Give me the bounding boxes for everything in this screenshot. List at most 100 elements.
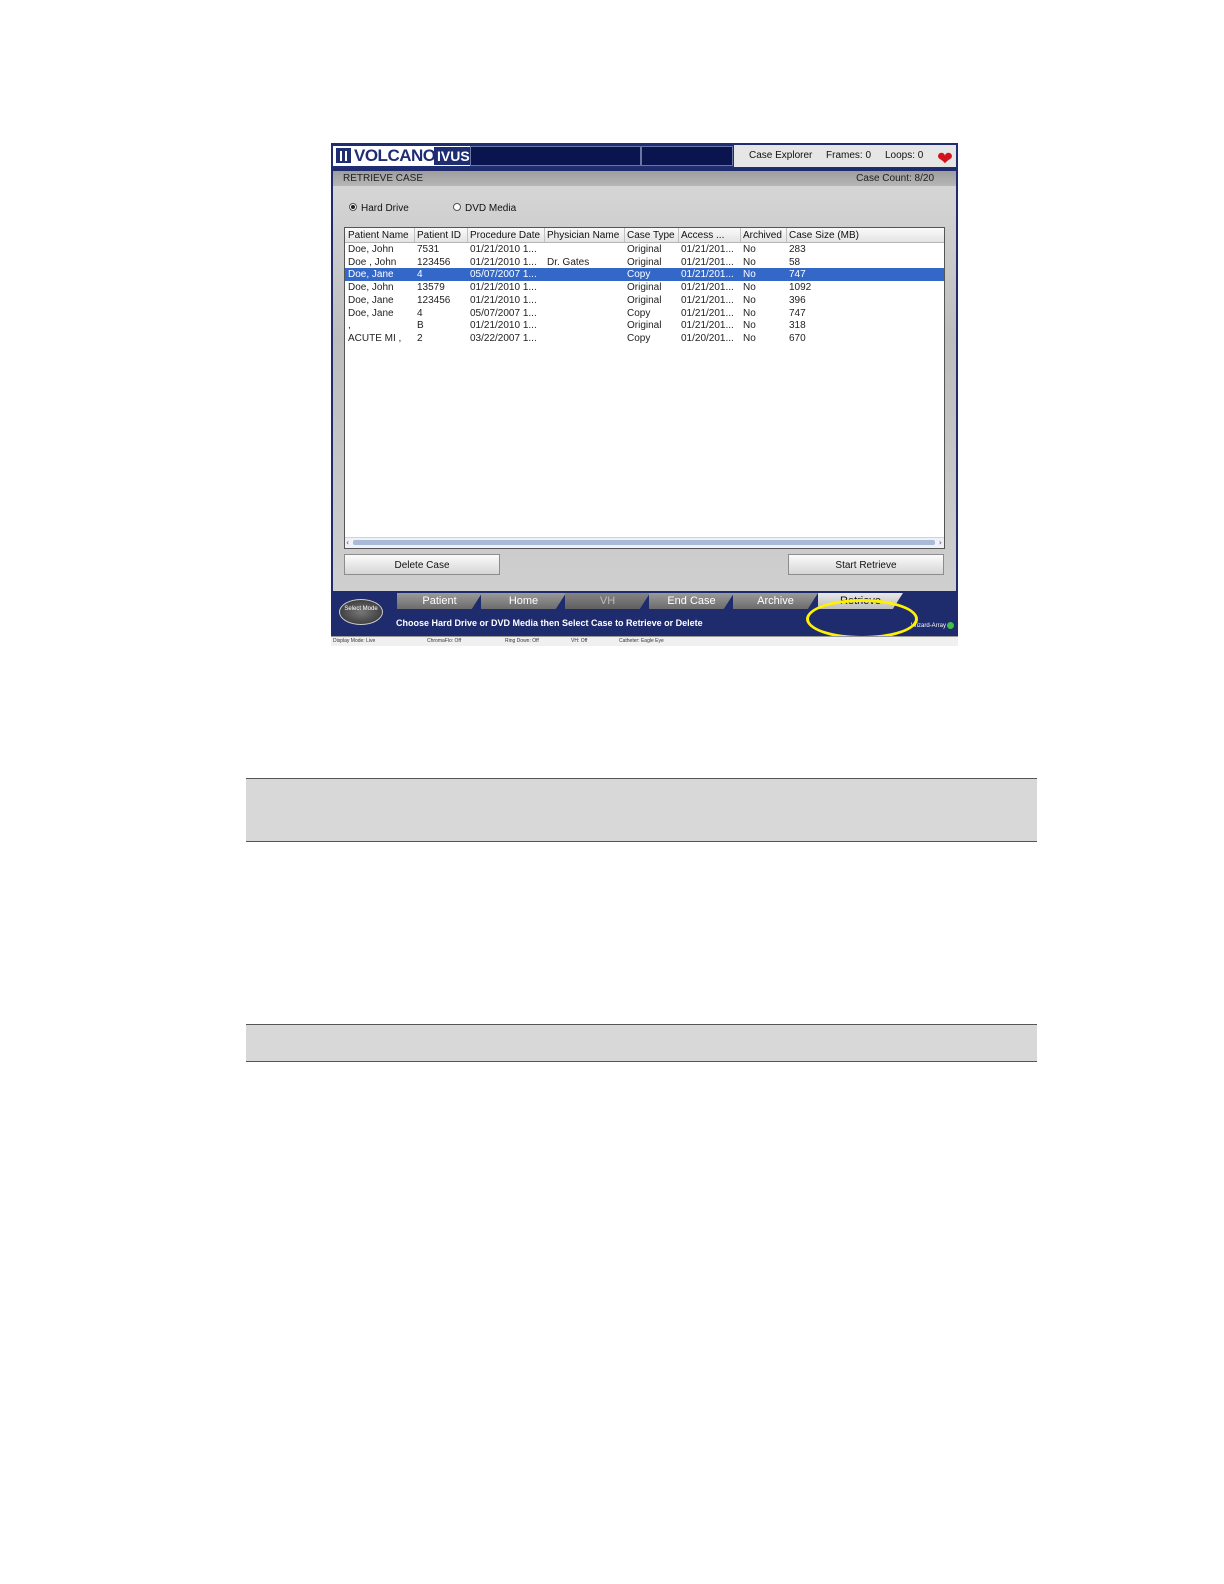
- table-cell: 58: [789, 256, 801, 268]
- column-divider[interactable]: [414, 228, 415, 242]
- volcano-logo-icon: [336, 148, 351, 163]
- scroll-left-icon[interactable]: ‹: [346, 538, 349, 547]
- column-divider[interactable]: [544, 228, 545, 242]
- status-ring-down: Ring Down: Off: [505, 638, 539, 644]
- ivus-application-window: VOLCANO IVUS Case Explorer Frames: 0 Loo…: [331, 143, 958, 645]
- case-list-table[interactable]: Patient Name Patient ID Procedure Date Phys…: [344, 227, 945, 549]
- table-cell: 01/21/2010 1...: [470, 320, 537, 332]
- table-cell: 01/21/2010 1...: [470, 256, 537, 268]
- column-header[interactable]: Case Size (MB): [789, 230, 859, 241]
- table-cell: Copy: [627, 269, 651, 281]
- table-row[interactable]: Doe, Jane 123456 01/21/2010 1... Original 01…: [345, 294, 944, 307]
- radio-hard-drive[interactable]: Hard Drive: [349, 203, 409, 214]
- table-cell: Original: [627, 282, 662, 294]
- wizard-indicator: Wizard-Array: [911, 622, 954, 629]
- status-catheter: Catheter: Eagle Eye: [619, 638, 664, 644]
- scrollbar-thumb[interactable]: [353, 540, 935, 545]
- column-header[interactable]: Access ...: [681, 230, 724, 241]
- column-divider[interactable]: [624, 228, 625, 242]
- tab-patient[interactable]: Patient: [397, 593, 482, 609]
- table-cell: No: [743, 244, 756, 255]
- status-led-icon: [947, 622, 954, 629]
- header-field-1: [470, 146, 641, 166]
- delete-case-button[interactable]: Delete Case: [344, 554, 500, 575]
- radio-indicator: [453, 203, 461, 212]
- table-cell: Copy: [627, 307, 651, 319]
- table-cell: 01/21/2010 1...: [470, 294, 537, 306]
- table-cell: Doe , John: [348, 256, 397, 268]
- table-header: Patient Name Patient ID Procedure Date Phys…: [345, 228, 944, 243]
- column-divider[interactable]: [467, 228, 468, 242]
- table-row[interactable]: , B 01/21/2010 1... Original 01/21/201... No 3…: [345, 319, 944, 332]
- column-header[interactable]: Archived: [743, 230, 782, 241]
- table-cell: No: [743, 269, 756, 281]
- table-cell: 01/21/201...: [681, 320, 734, 332]
- table-cell: Original: [627, 320, 662, 332]
- table-cell: 318: [789, 320, 806, 332]
- table-row[interactable]: Doe, Jane 4 05/07/2007 1... Copy 01/21/201..…: [345, 307, 944, 320]
- table-cell: 670: [789, 332, 806, 344]
- table-cell: 03/22/2007 1...: [470, 332, 537, 344]
- scroll-right-icon[interactable]: ›: [939, 538, 942, 547]
- tab-home[interactable]: Home: [481, 593, 566, 609]
- table-cell: 05/07/2007 1...: [470, 269, 537, 281]
- table-cell: ACUTE MI ,: [348, 332, 402, 344]
- volcano-ivus-logo: VOLCANO IVUS: [333, 146, 473, 166]
- panel-header: RETRIEVE CASE Case Count: 8/20: [333, 171, 956, 186]
- table-cell: Doe, Jane: [348, 294, 394, 306]
- column-divider[interactable]: [786, 228, 787, 242]
- radio-label: DVD Media: [465, 203, 517, 214]
- table-cell: 01/21/201...: [681, 282, 734, 294]
- table-cell: 396: [789, 294, 806, 306]
- header-field-2: [641, 146, 733, 166]
- table-cell: Original: [627, 244, 662, 255]
- table-cell: Original: [627, 256, 662, 268]
- table-cell: Doe, John: [348, 244, 394, 255]
- table-row[interactable]: Doe, John 13579 01/21/2010 1... Original 01/…: [345, 281, 944, 294]
- retrieve-case-panel: RETRIEVE CASE Case Count: 8/20 Hard Driv…: [333, 171, 956, 591]
- table-cell: 01/21/201...: [681, 256, 734, 268]
- status-chromaflo: ChromaFlo: Off: [427, 638, 462, 644]
- table-cell: 123456: [417, 256, 451, 268]
- column-header[interactable]: Patient Name: [348, 230, 409, 241]
- column-header[interactable]: Physician Name: [547, 230, 619, 241]
- document-band-2: [246, 1024, 1037, 1062]
- logo-product: IVUS: [434, 147, 473, 165]
- status-display-mode: Display Mode: Live: [333, 638, 376, 644]
- table-cell: 01/21/201...: [681, 269, 734, 281]
- tab-end-case[interactable]: End Case: [649, 593, 734, 609]
- column-divider[interactable]: [740, 228, 741, 242]
- column-divider[interactable]: [678, 228, 679, 242]
- table-cell: 747: [789, 269, 806, 281]
- column-header[interactable]: Patient ID: [417, 230, 461, 241]
- column-header[interactable]: Case Type: [627, 230, 675, 241]
- column-header[interactable]: Procedure Date: [470, 230, 540, 241]
- horizontal-scrollbar[interactable]: ‹ ›: [345, 537, 944, 548]
- table-cell: 4: [417, 307, 423, 319]
- retrieve-highlight-ring: [806, 599, 918, 639]
- header-status-area: Case Explorer Frames: 0 Loops: 0 ❤: [734, 145, 956, 170]
- top-header: VOLCANO IVUS Case Explorer Frames: 0 Loo…: [331, 143, 958, 170]
- table-cell: No: [743, 294, 756, 306]
- logo-brand: VOLCANO: [354, 146, 436, 165]
- table-cell: 01/21/2010 1...: [470, 282, 537, 294]
- table-cell: 01/20/201...: [681, 332, 734, 344]
- tab-archive[interactable]: Archive: [733, 593, 818, 609]
- document-band-1: [246, 778, 1037, 842]
- table-cell: 01/21/201...: [681, 294, 734, 306]
- radio-dvd-media[interactable]: DVD Media: [453, 203, 516, 214]
- select-mode-button[interactable]: Select Mode: [339, 599, 383, 625]
- table-cell: No: [743, 307, 756, 319]
- table-row[interactable]: ACUTE MI , 2 03/22/2007 1... Copy 01/20/201.…: [345, 332, 944, 345]
- table-row[interactable]: Doe, Jane 4 05/07/2007 1... Copy 01/21/201..…: [345, 268, 944, 282]
- table-cell: No: [743, 256, 756, 268]
- table-cell: 01/21/201...: [681, 244, 734, 255]
- table-row[interactable]: Doe , John 123456 01/21/2010 1... Dr. Gates…: [345, 256, 944, 269]
- table-cell: Original: [627, 294, 662, 306]
- status-bar: Display Mode: Live ChromaFlo: Off Ring D…: [331, 636, 958, 646]
- case-count: Case Count: 8/20: [856, 173, 934, 184]
- start-retrieve-button[interactable]: Start Retrieve: [788, 554, 944, 575]
- table-row[interactable]: Doe, John 7531 01/21/2010 1... Original 01/2…: [345, 243, 944, 256]
- table-cell: 4: [417, 269, 423, 281]
- table-cell: 01/21/201...: [681, 307, 734, 319]
